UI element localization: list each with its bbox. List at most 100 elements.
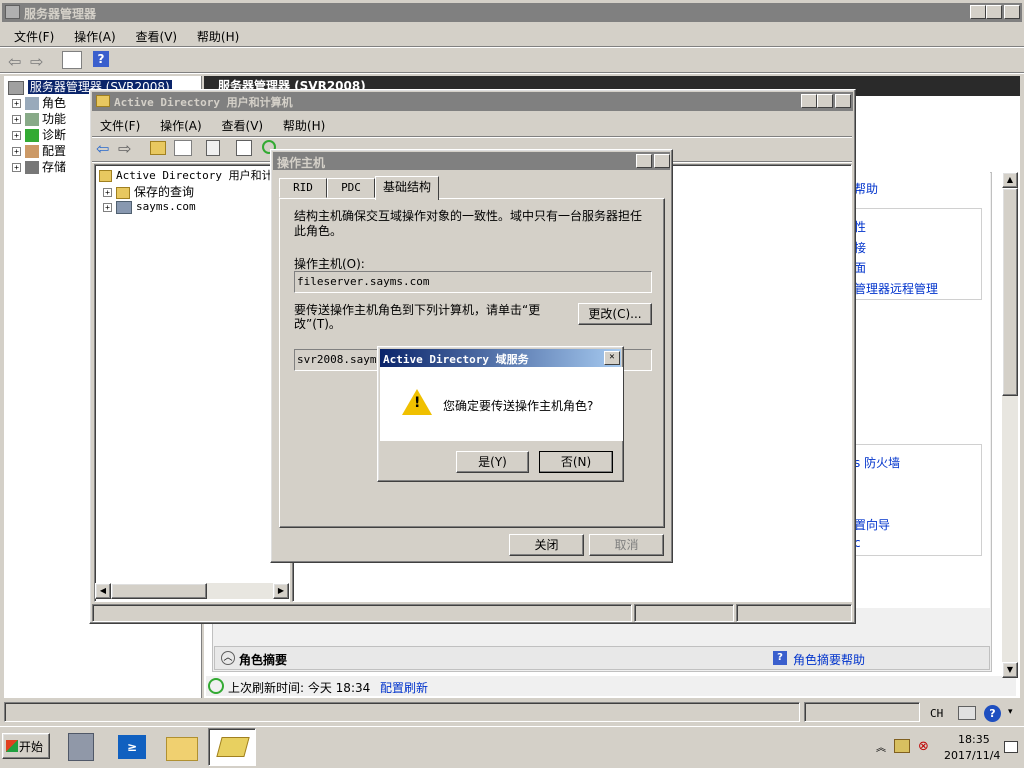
show-hide-tree-icon[interactable] <box>62 51 82 69</box>
ad-tree-item-label: sayms.com <box>136 200 196 213</box>
ad-tree-hscroll[interactable]: ◀ ▶ <box>95 583 289 599</box>
help-section: 帮助 性 接 面 管理器远程管理 s 防火墙 置向导 c <box>844 172 990 608</box>
expand-icon[interactable]: + <box>12 115 21 124</box>
menu-view[interactable]: 查看(V) <box>136 30 178 44</box>
help-link[interactable]: 帮助 <box>854 180 878 197</box>
ad-titlebar: Active Directory 用户和计算机 _ □ ✕ <box>92 92 853 111</box>
tree-item-configuration[interactable]: + 配置 <box>12 142 66 159</box>
main-vscroll[interactable]: ▲ ▼ <box>1002 172 1018 678</box>
expand-icon[interactable]: + <box>12 99 21 108</box>
scroll-thumb[interactable] <box>111 583 207 599</box>
ad-menu-view[interactable]: 查看(V) <box>222 119 264 133</box>
ad-tree-saved-queries[interactable]: + 保存的查询 <box>103 183 194 200</box>
back-arrow-icon[interactable]: ⇦ <box>8 52 21 71</box>
clock-time[interactable]: 18:35 <box>958 733 990 746</box>
show-hidden-icons[interactable]: ︽ <box>876 739 886 754</box>
taskbar-ad-tool[interactable] <box>208 728 256 766</box>
keyboard-icon[interactable] <box>958 706 976 720</box>
change-button[interactable]: 更改(C)... <box>578 303 652 325</box>
ad-tree-domain[interactable]: + sayms.com <box>103 200 196 214</box>
main-statusbar <box>0 700 1024 726</box>
taskbar-explorer[interactable] <box>160 729 204 765</box>
menu-help[interactable]: 帮助(H) <box>197 30 239 44</box>
explorer-folder-icon <box>166 737 198 761</box>
tree-item-label: 诊断 <box>42 128 67 142</box>
tree-item-storage[interactable]: + 存储 <box>12 158 66 175</box>
refresh-text: 上次刷新时间: 今天 18:34 <box>228 681 371 695</box>
role-summary-help-icon[interactable]: ? <box>773 651 787 665</box>
ad-menu-action[interactable]: 操作(A) <box>160 119 202 133</box>
expand-icon[interactable]: + <box>103 188 112 197</box>
expand-icon[interactable]: + <box>12 147 21 156</box>
tree-item-roles[interactable]: + 角色 <box>12 94 66 111</box>
ad-show-tree-icon[interactable] <box>174 140 192 156</box>
tab-pdc[interactable]: PDC <box>327 178 375 198</box>
start-label: 开始 <box>19 740 44 754</box>
collapse-icon[interactable]: ︿ <box>221 651 235 665</box>
role-summary-bar[interactable]: ︿ 角色摘要 ? 角色摘要帮助 <box>214 646 990 670</box>
scroll-down-arrow[interactable]: ▼ <box>1002 662 1018 678</box>
link-config-wizard[interactable]: 置向导 <box>854 516 890 533</box>
confirm-no-button[interactable]: 否(N) <box>539 451 613 473</box>
forward-arrow-icon[interactable]: ⇨ <box>30 52 43 71</box>
lang-options-icon[interactable]: ▾ <box>1008 707 1013 717</box>
ad-back-icon[interactable]: ⇦ <box>96 139 109 158</box>
tab-rid[interactable]: RID <box>279 178 327 198</box>
ad-status-panel-2 <box>634 604 734 622</box>
ops-cancel-button[interactable]: 取消 <box>589 534 664 556</box>
diagnostics-icon <box>25 129 39 142</box>
expand-icon[interactable]: + <box>12 131 21 140</box>
ad-properties-icon[interactable] <box>236 140 252 156</box>
confirm-title: Active Directory 域服务 <box>383 353 529 366</box>
link-firewall[interactable]: s 防火墙 <box>854 454 900 471</box>
ad-minimize-button[interactable]: _ <box>801 94 817 108</box>
expand-icon[interactable]: + <box>103 202 112 212</box>
status-panel-2 <box>804 702 920 722</box>
ad-menu-file[interactable]: 文件(F) <box>100 119 140 133</box>
close-button[interactable]: ✕ <box>1004 5 1020 19</box>
tree-item-features[interactable]: + 功能 <box>12 110 66 127</box>
ad-tree-root[interactable]: Active Directory 用户和计 <box>99 167 273 183</box>
confirm-close-button[interactable]: ✕ <box>604 351 620 365</box>
ad-menu-help[interactable]: 帮助(H) <box>283 119 325 133</box>
tree-item-diagnostics[interactable]: + 诊断 <box>12 126 66 143</box>
tab-infrastructure[interactable]: 基础结构 <box>375 176 439 200</box>
ad-maximize-button[interactable]: □ <box>817 94 833 108</box>
minimize-button[interactable]: _ <box>970 5 986 19</box>
ad-copy-icon[interactable] <box>206 140 220 156</box>
refresh-icon[interactable] <box>208 678 224 694</box>
taskbar-powershell[interactable]: ≥ <box>110 729 154 765</box>
help-icon[interactable]: ? <box>93 51 109 67</box>
tree-item-label: 配置 <box>42 144 67 158</box>
scroll-left-arrow[interactable]: ◀ <box>95 583 111 599</box>
lang-help-icon[interactable]: ? <box>984 705 1001 722</box>
language-bar: CH ? ▾ <box>922 703 1022 725</box>
lang-indicator[interactable]: CH <box>930 707 943 720</box>
volume-muted-icon[interactable]: ⊗ <box>918 739 929 754</box>
menu-file[interactable]: 文件(F) <box>14 30 54 44</box>
start-button[interactable]: 开始 <box>2 733 50 759</box>
ad-close-button[interactable]: ✕ <box>835 94 851 108</box>
main-toolbar: ⇦ ⇨ ? <box>0 49 1024 71</box>
tab-label: PDC <box>341 181 361 194</box>
scroll-right-arrow[interactable]: ▶ <box>273 583 289 599</box>
configure-refresh-link[interactable]: 配置刷新 <box>380 679 428 696</box>
scroll-thumb[interactable] <box>1002 188 1018 396</box>
taskbar-server-manager[interactable] <box>60 729 104 765</box>
ops-close-button[interactable]: ✕ <box>654 154 670 168</box>
scroll-up-arrow[interactable]: ▲ <box>1002 172 1018 188</box>
expand-icon[interactable]: + <box>12 163 21 172</box>
ad-up-folder-icon[interactable] <box>150 141 166 155</box>
maximize-button[interactable]: □ <box>986 5 1002 19</box>
menu-action[interactable]: 操作(A) <box>74 30 116 44</box>
ad-forward-icon[interactable]: ⇨ <box>118 139 131 158</box>
ad-status-panel-3 <box>736 604 852 622</box>
ops-help-button[interactable]: ? <box>636 154 652 168</box>
link-remote-management[interactable]: 管理器远程管理 <box>854 280 938 297</box>
role-summary-help-link[interactable]: 角色摘要帮助 <box>793 651 865 668</box>
ops-close-dialog-button[interactable]: 关闭 <box>509 534 584 556</box>
show-desktop-button[interactable] <box>1004 741 1018 753</box>
clock-date[interactable]: 2017/11/4 <box>944 749 1000 762</box>
confirm-yes-button[interactable]: 是(Y) <box>456 451 529 473</box>
network-icon[interactable] <box>894 739 910 753</box>
